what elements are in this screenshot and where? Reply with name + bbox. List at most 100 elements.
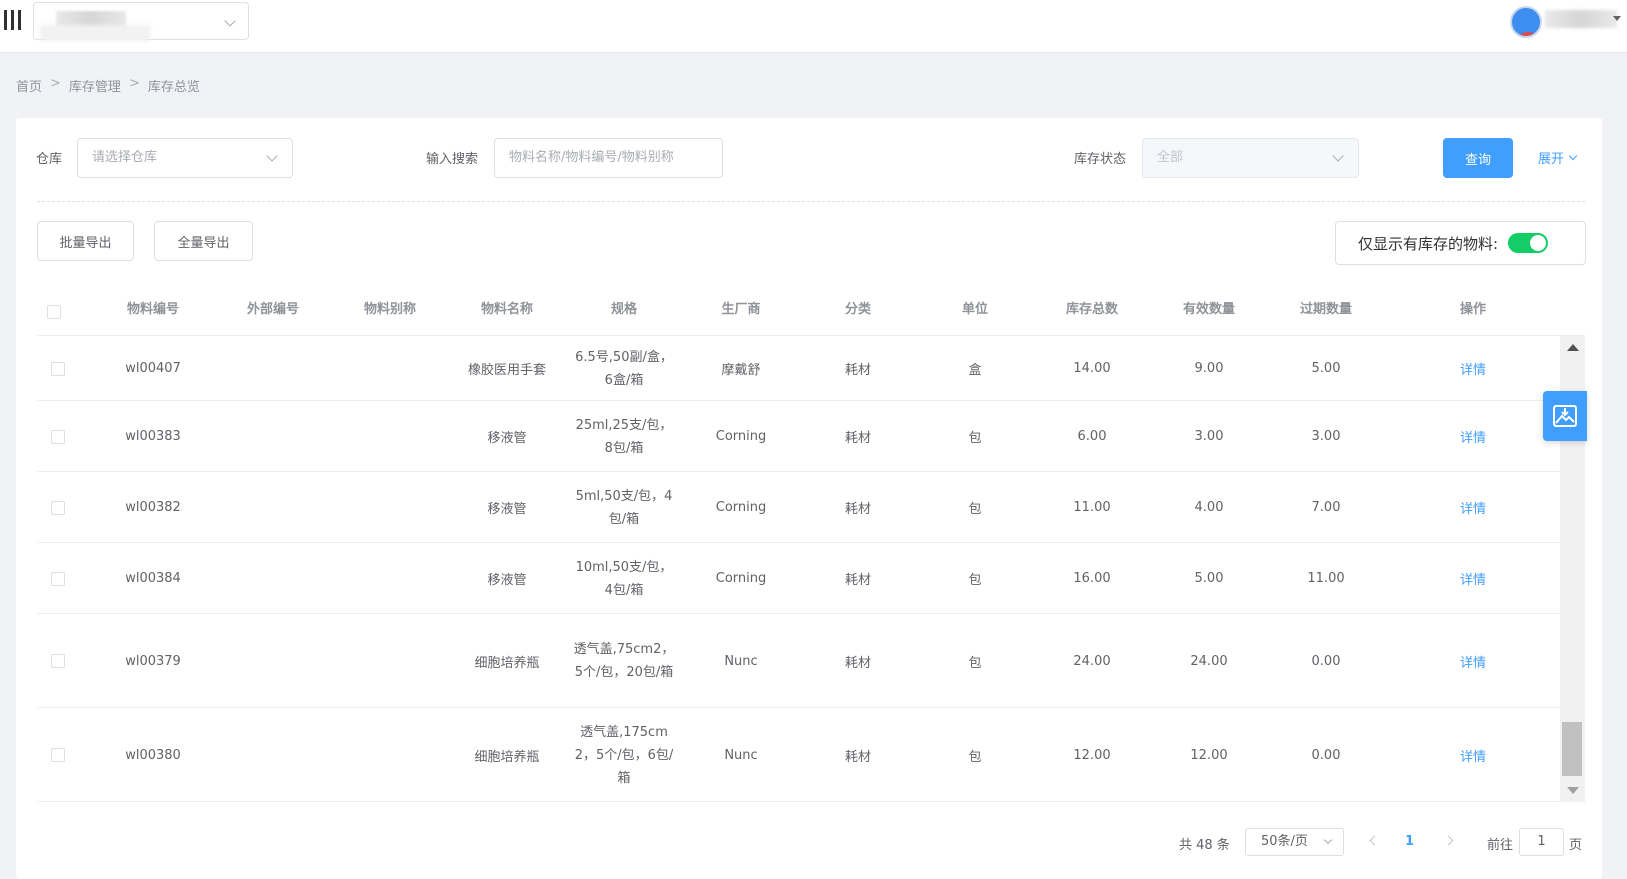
select-all-checkbox[interactable] <box>47 305 61 319</box>
blurred-user-name[interactable] <box>1545 10 1617 28</box>
cell-total: 11.00 <box>1073 500 1111 515</box>
breadcrumb-home[interactable]: 首页 <box>16 76 42 95</box>
cell-category: 耗材 <box>844 431 872 446</box>
cell-total: 12.00 <box>1073 747 1111 763</box>
column-header-external-code[interactable]: 外部编号 <box>247 296 299 336</box>
page-size-select[interactable]: 50条/页 <box>1245 828 1344 856</box>
breadcrumb-separator: > <box>50 76 61 91</box>
only-in-stock-label: 仅显示有库存的物料: <box>1358 234 1499 253</box>
cell-manufacturer: Corning <box>715 429 767 444</box>
breadcrumb-inventory-management[interactable]: 库存管理 <box>69 76 121 95</box>
row-checkbox[interactable] <box>51 654 65 668</box>
column-header-expired[interactable]: 过期数量 <box>1300 296 1352 336</box>
column-header-alias[interactable]: 物料别称 <box>364 296 416 336</box>
cell-category: 耗材 <box>844 655 872 671</box>
cell-spec: 5ml,50支/包，4包/箱 <box>575 488 673 527</box>
column-header-name[interactable]: 物料名称 <box>481 296 533 336</box>
chevron-down-icon <box>224 15 236 27</box>
cell-manufacturer: 摩戴舒 <box>721 363 761 378</box>
scrollbar-thumb[interactable] <box>1562 722 1582 776</box>
stock-status-value: 全部 <box>1157 150 1184 165</box>
cell-expired: 5.00 <box>1311 361 1341 376</box>
full-export-button[interactable]: 全量导出 <box>154 221 253 261</box>
warehouse-select[interactable]: 请选择仓库 <box>77 138 293 178</box>
hamburger-menu-icon[interactable] <box>4 10 22 30</box>
batch-export-button[interactable]: 批量导出 <box>37 221 134 261</box>
cell-valid: 9.00 <box>1194 361 1224 376</box>
row-checkbox[interactable] <box>51 429 65 444</box>
cell-spec: 10ml,50支/包，4包/箱 <box>575 559 673 598</box>
stock-status-label: 库存状态 <box>1074 152 1127 167</box>
cell-category: 耗材 <box>844 573 872 588</box>
chevron-down-icon <box>1332 150 1344 162</box>
row-checkbox[interactable] <box>51 571 65 586</box>
cell-spec: 6.5号,50副/盒，6盒/箱 <box>575 349 673 388</box>
cell-valid: 4.00 <box>1194 500 1224 515</box>
cell-unit: 包 <box>968 655 982 671</box>
column-header-code[interactable]: 物料编号 <box>127 296 179 336</box>
cell-unit: 包 <box>968 431 982 446</box>
chevron-down-icon <box>1568 151 1578 160</box>
cell-category: 耗材 <box>844 749 872 765</box>
cell-expired: 7.00 <box>1311 500 1341 515</box>
column-header-spec[interactable]: 规格 <box>611 296 637 336</box>
scroll-down-arrow-icon[interactable] <box>1567 787 1579 794</box>
goto-page-input[interactable]: 1 <box>1519 828 1564 856</box>
user-avatar[interactable] <box>1510 6 1542 38</box>
organization-select[interactable] <box>33 2 249 41</box>
caret-down-icon[interactable] <box>1613 16 1621 21</box>
cell-total: 6.00 <box>1077 429 1107 444</box>
table-row: wl00380 细胞培养瓶 透气盖,175cm2，5个/包，6包/箱 Nunc … <box>37 708 1560 802</box>
floating-image-download-button[interactable] <box>1543 391 1587 441</box>
column-header-unit[interactable]: 单位 <box>962 296 988 336</box>
cell-name: 细胞培养瓶 <box>474 655 540 671</box>
query-button[interactable]: 查询 <box>1443 138 1513 178</box>
breadcrumb-inventory-overview: 库存总览 <box>147 80 200 95</box>
only-in-stock-switch[interactable] <box>1508 233 1549 253</box>
detail-link[interactable]: 详情 <box>1460 336 1486 401</box>
row-checkbox[interactable] <box>51 361 65 376</box>
pagination-total: 共 48 条 <box>1179 838 1230 853</box>
cell-total: 14.00 <box>1073 361 1111 376</box>
table-row: wl00407 橡胶医用手套 6.5号,50副/盒，6盒/箱 摩戴舒 耗材 盒 … <box>37 336 1560 401</box>
expand-toggle[interactable]: 展开 <box>1538 148 1578 167</box>
search-input[interactable]: 物料名称/物料编号/物料别称 <box>494 138 723 178</box>
cell-spec: 25ml,25支/包，8包/箱 <box>575 417 673 456</box>
search-label: 输入搜索 <box>426 152 479 167</box>
column-header-valid[interactable]: 有效数量 <box>1183 296 1235 336</box>
cell-unit: 包 <box>968 573 982 588</box>
cell-valid: 24.00 <box>1190 653 1228 669</box>
row-checkbox[interactable] <box>51 748 65 762</box>
cell-code: wl00384 <box>125 571 181 586</box>
row-checkbox[interactable] <box>51 500 65 515</box>
cell-valid: 12.00 <box>1190 747 1228 763</box>
cell-code: wl00407 <box>125 361 181 376</box>
image-download-icon <box>1553 405 1577 427</box>
cell-expired: 11.00 <box>1307 571 1345 586</box>
cell-valid: 5.00 <box>1194 571 1224 586</box>
detail-link[interactable]: 详情 <box>1460 401 1486 472</box>
breadcrumb: 首页 > 库存管理 > 库存总览 <box>16 76 200 95</box>
cell-unit: 包 <box>968 502 982 517</box>
detail-link[interactable]: 详情 <box>1460 708 1486 802</box>
breadcrumb-separator: > <box>128 76 140 91</box>
detail-link[interactable]: 详情 <box>1460 614 1486 708</box>
detail-link[interactable]: 详情 <box>1460 543 1486 614</box>
stock-status-select[interactable]: 全部 <box>1142 138 1359 178</box>
column-header-category[interactable]: 分类 <box>845 296 871 336</box>
scroll-up-arrow-icon[interactable] <box>1567 344 1579 351</box>
current-page-number[interactable]: 1 <box>1405 834 1414 849</box>
cell-manufacturer: Corning <box>715 500 767 515</box>
detail-link[interactable]: 详情 <box>1460 472 1486 543</box>
column-header-action: 操作 <box>1459 302 1487 317</box>
column-header-total[interactable]: 库存总数 <box>1066 296 1118 336</box>
cell-unit: 盒 <box>968 363 982 378</box>
expand-label: 展开 <box>1538 152 1565 167</box>
column-header-manufacturer[interactable]: 生厂商 <box>721 296 760 336</box>
cell-spec: 透气盖,75cm2，5个/包，20包/箱 <box>573 642 675 680</box>
cell-code: wl00382 <box>125 500 181 515</box>
cell-valid: 3.00 <box>1194 429 1224 444</box>
search-placeholder: 物料名称/物料编号/物料别称 <box>509 150 674 165</box>
cell-name: 橡胶医用手套 <box>467 363 547 378</box>
cell-name: 移液管 <box>487 502 527 517</box>
